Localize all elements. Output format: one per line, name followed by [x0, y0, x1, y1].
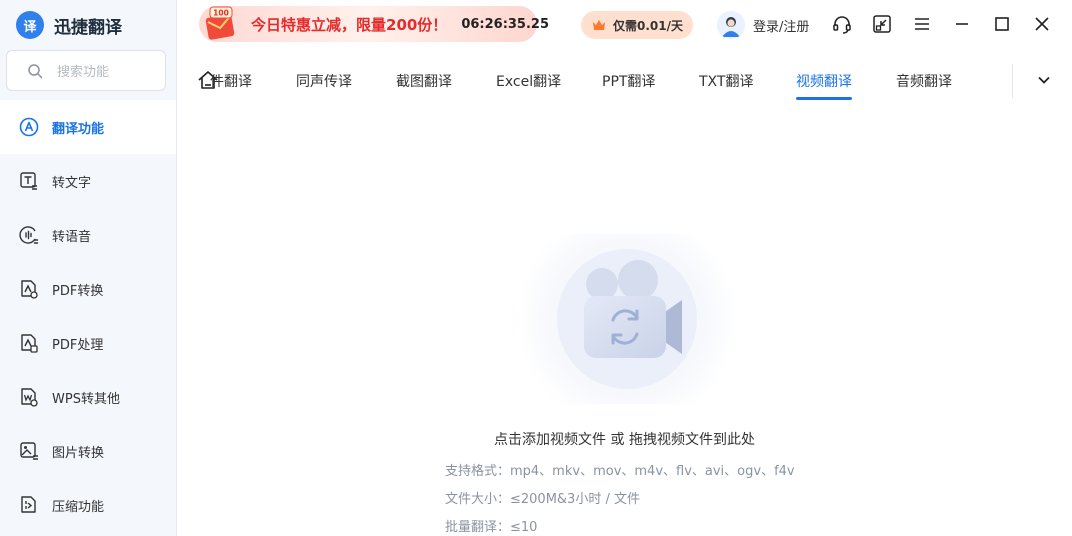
sidebar-item-image-convert[interactable]: 图片转换	[0, 424, 176, 478]
hamburger-icon	[915, 18, 929, 30]
tab-file-translate[interactable]: 件翻译	[210, 71, 252, 91]
tab-txt[interactable]: TXT翻译	[699, 71, 753, 91]
sidebar-item-translate[interactable]: 翻译功能	[0, 100, 176, 154]
shrink-icon	[873, 15, 891, 33]
tab-simultaneous[interactable]: 同声传译	[296, 71, 352, 91]
compress-icon	[18, 494, 40, 516]
image-convert-icon	[18, 440, 40, 462]
crown-icon	[593, 20, 605, 30]
upload-prompt[interactable]: 点击添加视频文件 或 拖拽视频文件到此处	[177, 429, 1072, 449]
headset-icon	[833, 16, 851, 34]
sidebar-item-label: WPS转其他	[52, 391, 120, 407]
tab-screenshot[interactable]: 截图翻译	[396, 71, 452, 91]
app-logo-icon: 译	[16, 11, 44, 39]
tab-label: PPT翻译	[602, 74, 656, 90]
menu-button[interactable]	[911, 13, 933, 35]
search-placeholder: 搜索功能	[57, 65, 110, 80]
tab-divider	[1012, 64, 1013, 98]
wps-icon	[18, 386, 40, 408]
maximize-button[interactable]	[991, 13, 1013, 35]
top-bar: 100 今日特惠立减，限量200份！ 06:26:35.25 仅需0.01/天 …	[177, 0, 1072, 50]
red-envelope-icon: 100	[205, 6, 235, 40]
promo-banner[interactable]: 100 今日特惠立减，限量200份！ 06:26:35.25	[199, 6, 549, 42]
sidebar: 译 迅捷翻译 搜索功能 翻译功能 转文字 转语音 PDF转换 PDF处理 WPS…	[0, 0, 177, 536]
search-icon	[28, 63, 43, 78]
tab-label: Excel翻译	[496, 74, 562, 90]
tab-label: 件翻译	[210, 74, 252, 90]
voice-icon	[18, 224, 40, 246]
app-name: 迅捷翻译	[54, 17, 122, 38]
search-input[interactable]: 搜索功能	[6, 50, 166, 91]
video-upload-icon[interactable]	[516, 234, 738, 404]
brand: 译 迅捷翻译	[16, 10, 122, 40]
avatar	[717, 11, 745, 39]
sidebar-item-pdf-convert[interactable]: PDF转换	[0, 262, 176, 316]
mini-mode-button[interactable]	[871, 13, 893, 35]
pdf-convert-icon	[18, 278, 40, 300]
sidebar-item-voice[interactable]: 转语音	[0, 208, 176, 262]
tab-excel[interactable]: Excel翻译	[496, 71, 561, 91]
tab-label: 音频翻译	[896, 74, 952, 90]
tab-label: 同声传译	[296, 74, 352, 90]
minimize-icon	[956, 23, 968, 25]
active-tab-indicator	[796, 97, 852, 100]
support-button[interactable]	[831, 13, 853, 35]
promo-badge-text: 100	[213, 9, 229, 18]
tab-label: TXT翻译	[699, 74, 754, 90]
sidebar-item-text-convert[interactable]: 转文字	[0, 154, 176, 208]
tab-label: 视频翻译	[796, 74, 852, 90]
maximize-icon	[995, 17, 1009, 31]
sidebar-item-label: 压缩功能	[52, 499, 105, 515]
batch-limit: 批量翻译：≤10	[445, 520, 538, 535]
tab-video[interactable]: 视频翻译	[796, 71, 852, 100]
sidebar-item-label: 翻译功能	[52, 121, 105, 137]
file-size-limit: 文件大小：≤200M&3小时 / 文件	[445, 492, 640, 507]
tab-audio[interactable]: 音频翻译	[896, 71, 952, 91]
translate-icon	[18, 116, 40, 138]
tab-ppt[interactable]: PPT翻译	[602, 71, 655, 91]
price-chip[interactable]: 仅需0.01/天	[581, 11, 693, 39]
sidebar-item-label: 图片转换	[52, 445, 105, 461]
pdf-process-icon	[18, 332, 40, 354]
minimize-button[interactable]	[951, 13, 973, 35]
login-label: 登录/注册	[753, 19, 810, 35]
close-button[interactable]	[1031, 13, 1053, 35]
sidebar-item-label: PDF处理	[52, 337, 104, 353]
feature-tabs: 件翻译 同声传译 截图翻译 Excel翻译 PPT翻译 TXT翻译 视频翻译 音…	[177, 62, 1012, 102]
login-register[interactable]: 登录/注册	[717, 10, 809, 40]
supported-formats: 支持格式：mp4、mkv、mov、m4v、flv、avi、ogv、f4v	[445, 464, 795, 479]
sidebar-item-label: 转文字	[52, 175, 92, 191]
sidebar-item-label: 转语音	[52, 229, 92, 245]
text-convert-icon	[18, 170, 40, 192]
close-icon	[1035, 17, 1049, 31]
promo-countdown: 06:26:35.25	[461, 16, 550, 32]
promo-text: 今日特惠立减，限量200份！	[251, 15, 448, 34]
sidebar-item-compress[interactable]: 压缩功能	[0, 478, 176, 532]
sidebar-item-wps[interactable]: WPS转其他	[0, 370, 176, 424]
sidebar-item-pdf-process[interactable]: PDF处理	[0, 316, 176, 370]
chevron-down-icon[interactable]	[1034, 70, 1054, 90]
sidebar-item-label: PDF转换	[52, 283, 104, 299]
tab-label: 截图翻译	[396, 74, 452, 90]
sidebar-nav: 翻译功能 转文字 转语音 PDF转换 PDF处理 WPS转其他 图片转换 压缩功…	[0, 100, 176, 532]
price-label: 仅需0.01/天	[613, 18, 683, 33]
